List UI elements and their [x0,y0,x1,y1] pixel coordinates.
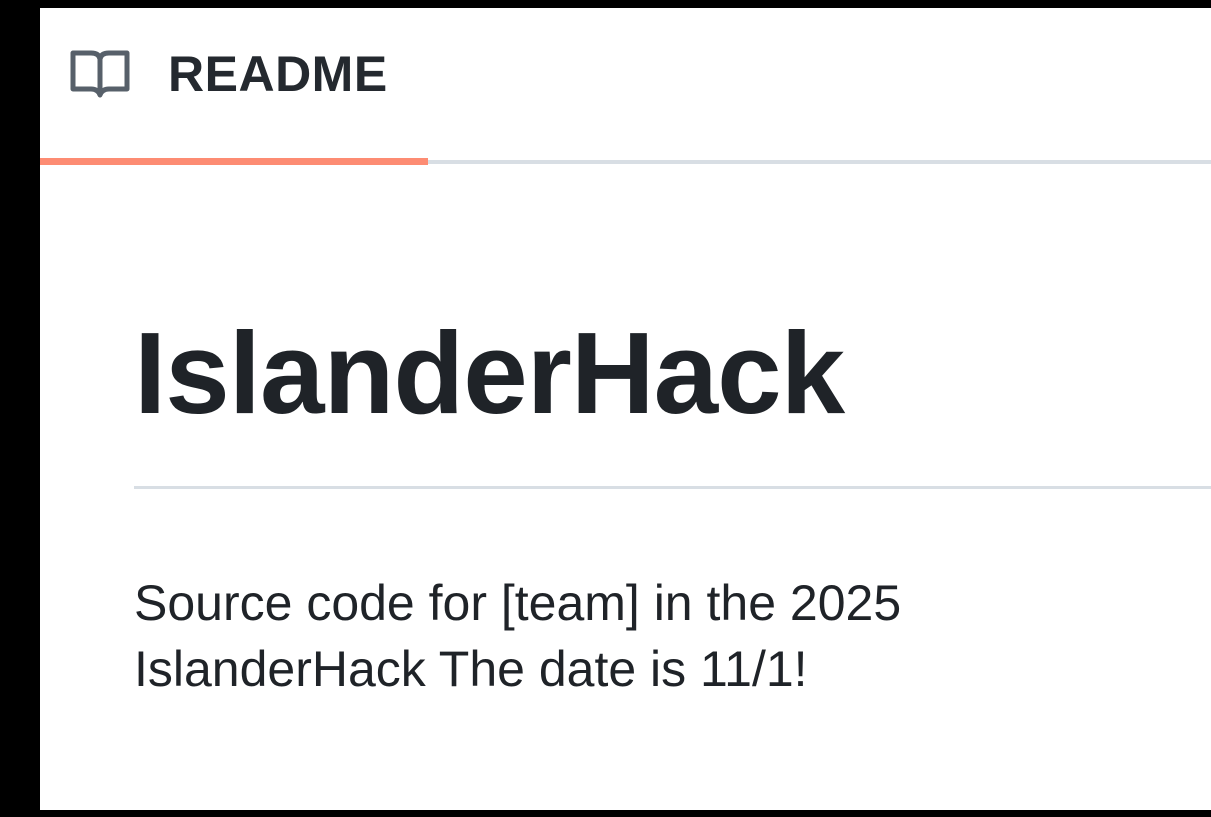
readme-panel: README IslanderHack Source code for [tea… [40,8,1211,810]
paragraph-line-1: Source code for [team] in the 2025 [134,575,902,631]
readme-content: IslanderHack Source code for [team] in t… [134,308,1211,697]
readme-paragraph: Source code for [team] in the 2025 Islan… [134,570,1211,702]
active-tab-indicator [40,158,428,165]
tab-label: README [168,46,388,102]
book-icon [70,50,130,98]
tab-readme[interactable]: README [40,8,428,168]
readme-tab-bar: README [40,8,1211,168]
readme-title: IslanderHack [134,308,845,438]
title-divider [134,486,1211,489]
paragraph-line-2: IslanderHack The date is 11/1! [134,641,808,697]
